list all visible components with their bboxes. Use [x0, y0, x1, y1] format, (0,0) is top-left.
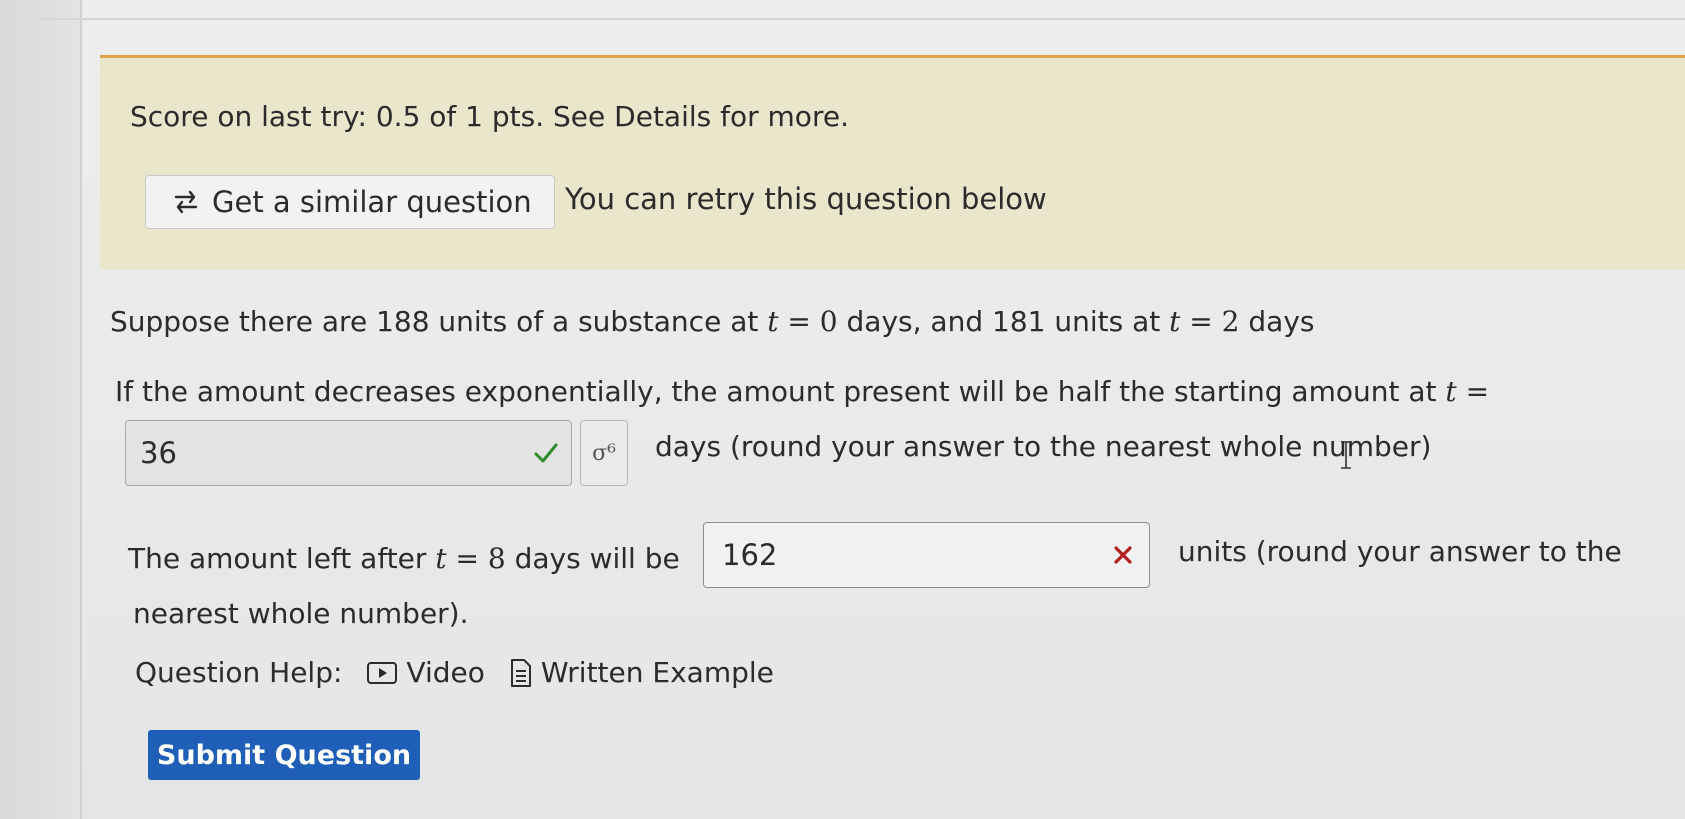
retry-note: You can retry this question below	[565, 182, 1047, 216]
text-cursor-icon	[1341, 441, 1351, 469]
math-t-eq: t =	[1445, 375, 1490, 408]
page: Score on last try: 0.5 of 1 pts. See Det…	[0, 0, 1685, 819]
retry-icon	[174, 190, 198, 214]
video-link[interactable]: Video	[366, 656, 485, 689]
incorrect-x-icon	[1114, 546, 1132, 564]
question-line-1: Suppose there are 188 units of a substan…	[110, 305, 1315, 338]
amount-left-answer-input[interactable]: 162	[703, 522, 1150, 588]
score-banner	[100, 55, 1685, 270]
similar-button-label: Get a similar question	[212, 185, 532, 219]
math-t2: t = 2	[1169, 305, 1240, 338]
question-line-2: If the amount decreases exponentially, t…	[115, 375, 1489, 408]
half-life-answer-value: 36	[140, 436, 177, 470]
score-text: Score on last try: 0.5 of 1 pts. See Det…	[130, 100, 849, 133]
amount-left-answer-value: 162	[722, 538, 778, 572]
q-line1-a: Suppose there are 188 units of a substan…	[110, 305, 759, 338]
left-rail	[0, 0, 82, 819]
half-life-answer-input[interactable]: 36	[125, 420, 572, 486]
question-line-4a: The amount left after t = 8 days will be	[128, 542, 680, 575]
q-line1-b: days, and 181 units at	[846, 305, 1161, 338]
question-help: Question Help: Video Written Example	[135, 656, 798, 689]
math-t8: t = 8	[435, 542, 506, 575]
check-icon	[534, 443, 558, 463]
video-icon	[367, 661, 398, 684]
math-t0: t = 0	[767, 305, 838, 338]
preview-button[interactable]: σ⁶	[580, 420, 628, 486]
written-example-link[interactable]: Written Example	[509, 656, 774, 689]
question-line-3: days (round your answer to the nearest w…	[655, 430, 1432, 463]
question-line-5: nearest whole number).	[133, 597, 469, 630]
q-line2-a: If the amount decreases exponentially, t…	[115, 375, 1437, 408]
get-similar-question-button[interactable]: Get a similar question	[145, 175, 555, 229]
q-line1-c: days	[1248, 305, 1315, 338]
question-line-4c: units (round your answer to the	[1178, 535, 1622, 568]
help-label: Question Help:	[135, 656, 343, 689]
document-icon	[510, 658, 531, 687]
top-divider	[40, 18, 1685, 20]
submit-question-button[interactable]: Submit Question	[148, 730, 420, 780]
